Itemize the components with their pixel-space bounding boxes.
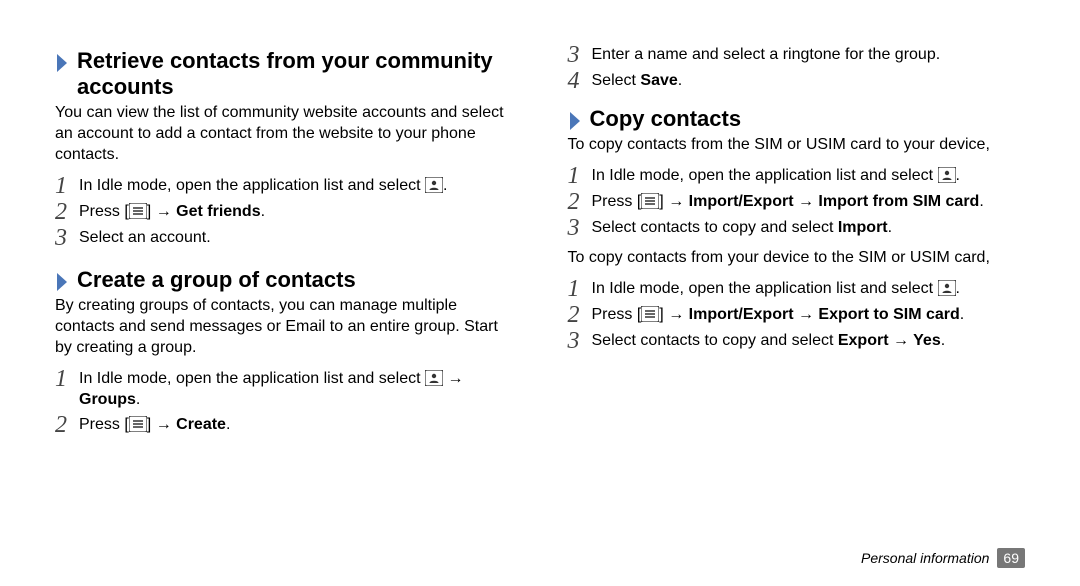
heading-text: Create a group of contacts bbox=[77, 267, 356, 293]
step-number: 1 bbox=[568, 278, 592, 300]
step: 3 Select contacts to copy and select Exp… bbox=[568, 330, 1026, 352]
intro-text: By creating groups of contacts, you can … bbox=[55, 295, 513, 358]
menu-icon bbox=[641, 306, 659, 322]
step-number: 1 bbox=[55, 368, 79, 390]
step: 2 Press [] → Get friends. bbox=[55, 201, 513, 223]
step-body: In Idle mode, open the application list … bbox=[79, 175, 513, 196]
step-body: Select Save. bbox=[592, 70, 1026, 91]
page-footer: Personal information 69 bbox=[861, 548, 1025, 568]
step-body: In Idle mode, open the application list … bbox=[79, 368, 513, 410]
step-number: 2 bbox=[568, 191, 592, 213]
step: 4 Select Save. bbox=[568, 70, 1026, 92]
step-number: 2 bbox=[55, 201, 79, 223]
step-body: Enter a name and select a ringtone for t… bbox=[592, 44, 1026, 65]
step: 3 Select an account. bbox=[55, 227, 513, 249]
step-body: Press [] → Create. bbox=[79, 414, 513, 435]
step: 1 In Idle mode, open the application lis… bbox=[55, 175, 513, 197]
heading-text: Copy contacts bbox=[590, 106, 742, 132]
step-number: 3 bbox=[55, 227, 79, 249]
heading-text: Retrieve contacts from your community ac… bbox=[77, 48, 513, 100]
step-number: 1 bbox=[55, 175, 79, 197]
heading-retrieve-contacts: Retrieve contacts from your community ac… bbox=[55, 48, 513, 100]
step-number: 4 bbox=[568, 70, 592, 92]
step: 1 In Idle mode, open the application lis… bbox=[55, 368, 513, 410]
chevron-icon bbox=[568, 110, 582, 132]
intro-text: To copy contacts from the SIM or USIM ca… bbox=[568, 134, 1026, 155]
step-body: Select contacts to copy and select Impor… bbox=[592, 217, 1026, 238]
step: 2 Press [] → Import/Export → Export to S… bbox=[568, 304, 1026, 326]
step-body: In Idle mode, open the application list … bbox=[592, 165, 1026, 186]
page-number: 69 bbox=[997, 548, 1025, 568]
chevron-icon bbox=[55, 52, 69, 74]
step-number: 1 bbox=[568, 165, 592, 187]
step-body: Press [] → Import/Export → Export to SIM… bbox=[592, 304, 1026, 325]
step: 2 Press [] → Create. bbox=[55, 414, 513, 436]
menu-icon bbox=[641, 193, 659, 209]
contacts-icon bbox=[938, 167, 956, 183]
heading-copy-contacts: Copy contacts bbox=[568, 106, 1026, 132]
contacts-icon bbox=[425, 177, 443, 193]
contacts-icon bbox=[425, 370, 443, 386]
contacts-icon bbox=[938, 280, 956, 296]
step-body: In Idle mode, open the application list … bbox=[592, 278, 1026, 299]
heading-create-group: Create a group of contacts bbox=[55, 267, 513, 293]
menu-icon bbox=[129, 203, 147, 219]
left-column: Retrieve contacts from your community ac… bbox=[55, 40, 513, 440]
footer-section-name: Personal information bbox=[861, 550, 989, 566]
step: 1 In Idle mode, open the application lis… bbox=[568, 165, 1026, 187]
step-number: 2 bbox=[568, 304, 592, 326]
step: 2 Press [] → Import/Export → Import from… bbox=[568, 191, 1026, 213]
step-body: Press [] → Get friends. bbox=[79, 201, 513, 222]
step-number: 3 bbox=[568, 330, 592, 352]
intro-text: To copy contacts from your device to the… bbox=[568, 247, 1026, 268]
intro-text: You can view the list of community websi… bbox=[55, 102, 513, 165]
chevron-icon bbox=[55, 271, 69, 293]
step: 3 Select contacts to copy and select Imp… bbox=[568, 217, 1026, 239]
step: 1 In Idle mode, open the application lis… bbox=[568, 278, 1026, 300]
step-body: Select contacts to copy and select Expor… bbox=[592, 330, 1026, 351]
step-number: 3 bbox=[568, 44, 592, 66]
menu-icon bbox=[129, 416, 147, 432]
step-body: Press [] → Import/Export → Import from S… bbox=[592, 191, 1026, 212]
right-column: 3 Enter a name and select a ringtone for… bbox=[568, 40, 1026, 440]
step-number: 3 bbox=[568, 217, 592, 239]
step-body: Select an account. bbox=[79, 227, 513, 248]
step-number: 2 bbox=[55, 414, 79, 436]
step: 3 Enter a name and select a ringtone for… bbox=[568, 44, 1026, 66]
